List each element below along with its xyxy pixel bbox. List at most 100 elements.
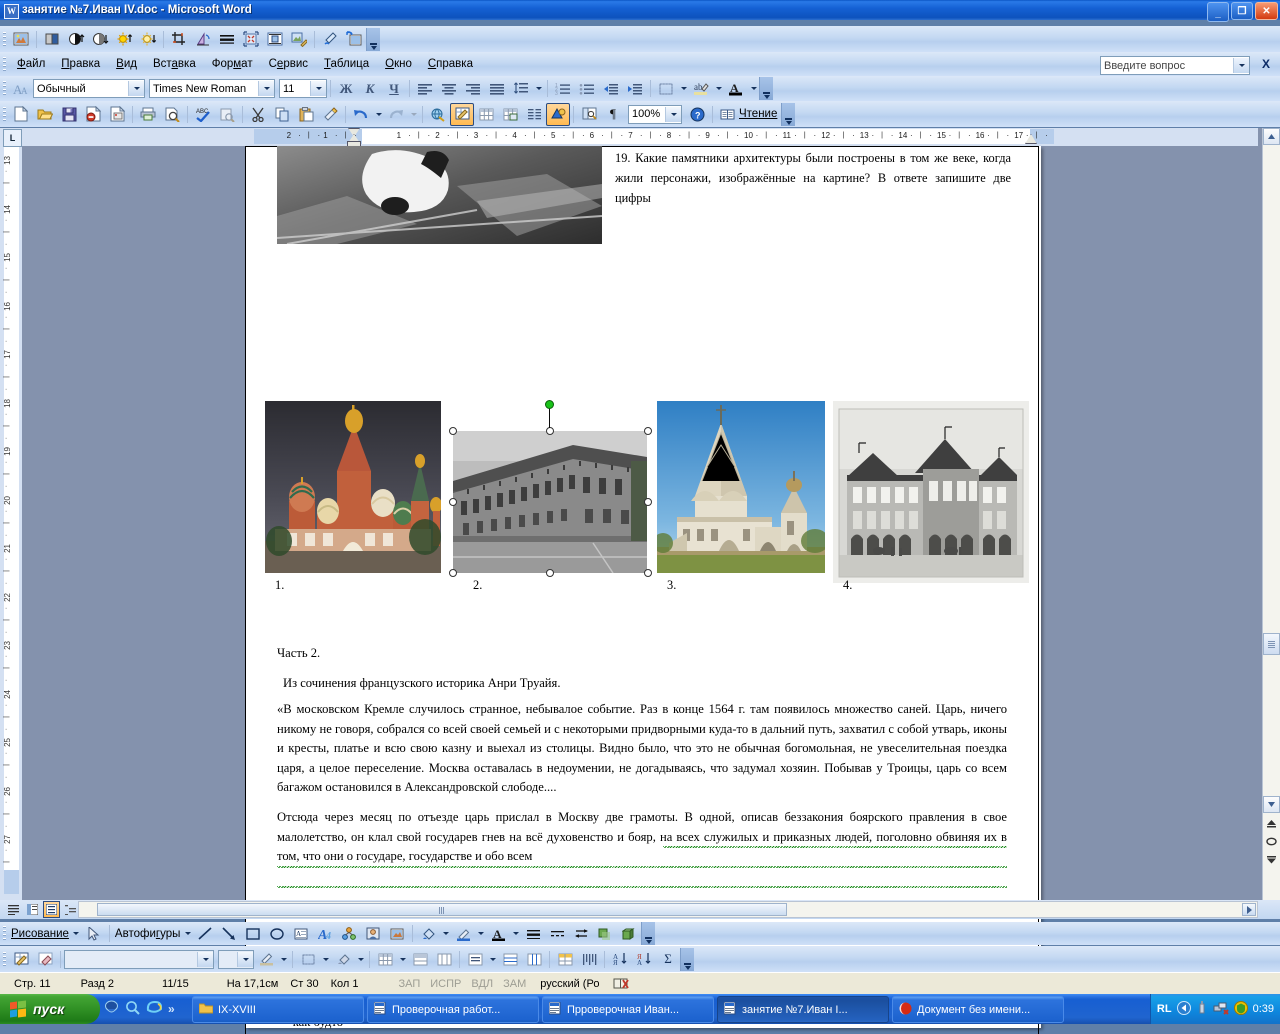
line-style-combo[interactable] (64, 949, 214, 969)
draw-table-icon[interactable] (9, 948, 33, 971)
task-button-word-active[interactable]: занятие №7.Иван I... (717, 996, 889, 1023)
toolbar-grip[interactable] (0, 30, 9, 48)
align-dropdown[interactable] (487, 949, 498, 970)
diagram-icon[interactable] (337, 922, 361, 945)
font-size-combo[interactable]: 11 (279, 79, 327, 98)
distribute-rows-icon[interactable] (498, 948, 522, 971)
selection-handle-tr[interactable] (644, 427, 652, 435)
merge-cells-icon[interactable] (408, 948, 432, 971)
copy-icon[interactable] (270, 103, 294, 126)
menu-edit[interactable]: Правка (53, 55, 108, 73)
split-cells-icon[interactable] (432, 948, 456, 971)
document-paragraph-1[interactable]: «В московском Кремле случилось странное,… (277, 700, 1007, 798)
tab-selector-button[interactable]: L (3, 129, 22, 147)
align-justify-icon[interactable] (485, 77, 509, 100)
minimize-button[interactable]: _ (1207, 2, 1229, 22)
line-spacing-dropdown[interactable] (533, 78, 544, 99)
shield-icon[interactable] (1233, 1000, 1248, 1018)
painting-photo[interactable] (277, 146, 602, 244)
document-paragraph-2[interactable]: Отсюда через месяц по отъезде царь присл… (277, 808, 1007, 867)
status-language[interactable]: русский (Ро (540, 978, 599, 990)
line-style-icon[interactable] (215, 28, 239, 51)
italic-button[interactable]: К (358, 77, 382, 100)
selection-handle-mr[interactable] (644, 498, 652, 506)
show-formatting-marks-icon[interactable]: ¶ (601, 103, 625, 126)
language-indicator[interactable]: RL (1157, 1003, 1172, 1015)
selection-handle-bc[interactable] (546, 569, 554, 577)
autoshapes-menu-arrow[interactable] (182, 923, 193, 944)
saint-basils-cathedral-photo[interactable] (265, 401, 441, 573)
more-chevron-icon[interactable]: » (168, 1002, 175, 1016)
bulleted-list-icon[interactable] (575, 77, 599, 100)
selection-handle-ml[interactable] (449, 498, 457, 506)
compress-pictures-icon[interactable] (239, 28, 263, 51)
line-weight-combo[interactable] (218, 949, 254, 969)
formatting-toolbar-grip[interactable] (0, 80, 9, 98)
drawing-icon[interactable] (546, 102, 570, 126)
menu-window[interactable]: Окно (377, 55, 420, 73)
internet-explorer-icon[interactable] (146, 1000, 163, 1018)
redo-dropdown[interactable] (408, 104, 419, 125)
align-center-icon[interactable] (437, 77, 461, 100)
horizontal-ruler[interactable]: 2 · | · 1 · | · 1 · | · 2 · | · 3 · | · 4 · | · 5 · | · 6 · | · 7 · | · 8 · | ·… (22, 128, 1258, 147)
normal-view-icon[interactable] (5, 901, 22, 918)
insert-picture-icon[interactable] (9, 28, 33, 51)
clip-art-icon[interactable] (361, 922, 385, 945)
print-layout-view-icon[interactable] (43, 901, 60, 918)
select-objects-icon[interactable] (82, 922, 106, 945)
increase-indent-icon[interactable] (623, 77, 647, 100)
autoshapes-menu[interactable]: Автофигуры (113, 928, 182, 940)
format-painter-icon[interactable] (318, 103, 342, 126)
ask-a-question-input[interactable]: Введите вопрос (1100, 56, 1250, 75)
sort-ascending-icon[interactable]: AЯ (608, 948, 632, 971)
status-extend[interactable]: ВДЛ (471, 978, 493, 990)
menu-insert[interactable]: Вставка (145, 55, 204, 73)
shadow-style-icon[interactable] (593, 922, 617, 945)
columns-icon[interactable] (522, 103, 546, 126)
task-button-word-2[interactable]: Прроверочная Иван... (542, 996, 714, 1023)
save-icon[interactable] (57, 103, 81, 126)
crop-icon[interactable] (167, 28, 191, 51)
color-icon[interactable] (40, 28, 64, 51)
align-icon[interactable] (463, 948, 487, 971)
scroll-right-button[interactable] (1242, 903, 1256, 916)
next-page-button[interactable] (1263, 851, 1280, 868)
undo-icon[interactable] (349, 103, 373, 126)
historic-building-photo[interactable] (833, 401, 1029, 583)
close-question-box-button[interactable]: X (1262, 57, 1270, 71)
format-picture-icon[interactable] (287, 28, 311, 51)
scroll-up-button[interactable] (1263, 128, 1280, 145)
formatting-toolbar-overflow[interactable] (759, 77, 773, 100)
status-record[interactable]: ЗАП (399, 978, 421, 990)
line-spacing-icon[interactable] (509, 77, 533, 100)
task-button-document[interactable]: Документ без имени... (892, 996, 1064, 1023)
more-brightness-icon[interactable] (112, 28, 136, 51)
start-button[interactable]: пуск (0, 994, 100, 1024)
selection-handle-bl[interactable] (449, 569, 457, 577)
line-icon[interactable] (193, 922, 217, 945)
zoom-combo[interactable]: 100% (628, 104, 682, 124)
line-color-icon[interactable] (451, 922, 475, 945)
redo-icon[interactable] (384, 103, 408, 126)
font-color-dropdown[interactable] (510, 923, 521, 944)
menu-service[interactable]: Сервис (261, 55, 316, 73)
church-of-ascension-kolomenskoye-photo[interactable] (657, 401, 825, 573)
align-right-icon[interactable] (461, 77, 485, 100)
undo-dropdown[interactable] (373, 104, 384, 125)
insert-excel-table-icon[interactable] (498, 103, 522, 126)
chevron-down-icon[interactable] (197, 951, 213, 967)
new-document-icon[interactable] (9, 103, 33, 126)
rectangle-icon[interactable] (241, 922, 265, 945)
distribute-columns-icon[interactable] (522, 948, 546, 971)
borders-dropdown[interactable] (320, 949, 331, 970)
horizontal-scrollbar-thumb[interactable] (97, 903, 787, 916)
show-hidden-icons-chevron[interactable] (1176, 1000, 1191, 1018)
table-autoformat-icon[interactable] (553, 948, 577, 971)
shading-color-icon[interactable] (331, 948, 355, 971)
chevron-down-icon[interactable] (128, 81, 144, 96)
numbered-list-icon[interactable]: 123 (551, 77, 575, 100)
styles-and-formatting-icon[interactable]: AA (9, 77, 33, 100)
tables-toolbar-grip[interactable] (0, 950, 9, 968)
media-player-icon[interactable] (104, 1000, 119, 1018)
status-track-changes[interactable]: ИСПР (430, 978, 461, 990)
